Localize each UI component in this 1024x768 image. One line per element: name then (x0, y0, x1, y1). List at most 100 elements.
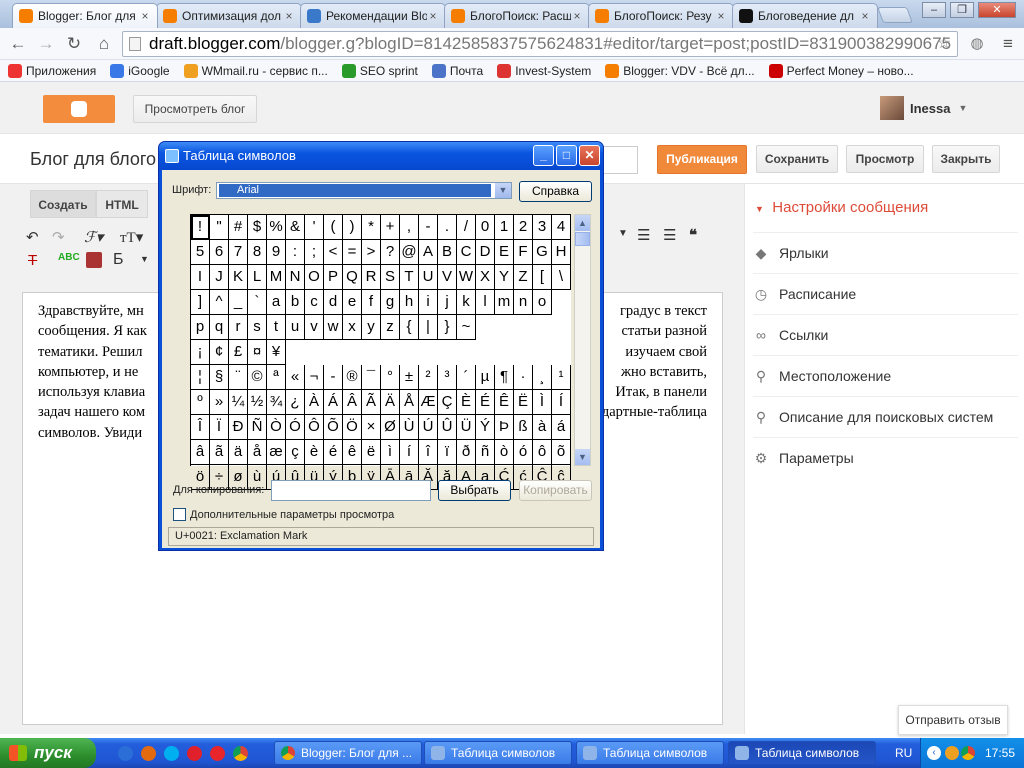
char-cell[interactable]: ß (514, 415, 533, 440)
advanced-view-checkbox[interactable] (173, 508, 186, 521)
char-cell[interactable]: ð (457, 440, 476, 465)
char-cell[interactable]: ¬ (305, 365, 324, 390)
char-cell[interactable]: Þ (495, 415, 514, 440)
skype-icon[interactable] (164, 746, 179, 761)
char-cell[interactable]: 9 (267, 240, 286, 265)
sidebar-item[interactable]: ⚲ Описание для поисковых систем (753, 396, 1018, 436)
help-button[interactable]: Справка (519, 181, 592, 202)
char-cell[interactable]: ® (343, 365, 362, 390)
char-cell[interactable]: ê (343, 440, 362, 465)
char-cell[interactable]: = (343, 240, 362, 265)
char-cell[interactable]: Ç (438, 390, 457, 415)
menu-icon[interactable]: ≡ (996, 33, 1020, 55)
browser-tab[interactable]: Blogger: Блог для × (12, 3, 158, 28)
align-dropdown-icon[interactable]: ▼ (618, 228, 628, 239)
char-cell[interactable]: U (419, 265, 438, 290)
bookmark-item[interactable]: WMmail.ru - сервис п... (183, 63, 328, 78)
forward-icon[interactable]: → (34, 33, 58, 55)
char-cell[interactable]: A (419, 240, 438, 265)
char-cell[interactable]: n (514, 290, 533, 315)
char-cell[interactable]: ³ (438, 365, 457, 390)
post-settings-heading[interactable]: ▼ Настройки сообщения (755, 199, 928, 216)
char-cell[interactable]: ª (267, 365, 286, 390)
char-cell[interactable]: ^ (210, 290, 229, 315)
address-bar[interactable]: draft.blogger.com/blogger.g?blogID=81425… (122, 31, 958, 57)
char-cell[interactable]: £ (229, 340, 248, 365)
yandex-icon[interactable] (210, 746, 225, 761)
char-cell[interactable]: 1 (495, 215, 514, 240)
char-cell[interactable]: ¹ (552, 365, 571, 390)
char-cell[interactable]: Ä (381, 390, 400, 415)
char-cell[interactable]: å (248, 440, 267, 465)
char-cell[interactable]: ñ (476, 440, 495, 465)
char-cell[interactable]: ¨ (229, 365, 248, 390)
quote-icon[interactable]: ❝ (689, 226, 697, 244)
close-window-button[interactable]: ✕ (978, 2, 1016, 18)
tray-chrome-icon[interactable] (961, 746, 975, 760)
char-cell[interactable]: 3 (533, 215, 552, 240)
char-cell[interactable]: / (457, 215, 476, 240)
char-cell[interactable]: b (286, 290, 305, 315)
char-cell[interactable]: N (286, 265, 305, 290)
browser-tab[interactable]: Блоговедение дл × (732, 3, 878, 28)
char-cell[interactable]: 4 (552, 215, 571, 240)
char-cell[interactable]: Z (514, 265, 533, 290)
char-cell[interactable]: I (191, 265, 210, 290)
char-cell[interactable]: È (457, 390, 476, 415)
char-cell[interactable]: ¯ (362, 365, 381, 390)
char-cell[interactable]: + (381, 215, 400, 240)
char-cell[interactable]: W (457, 265, 476, 290)
char-cell[interactable]: Ö (343, 415, 362, 440)
undo-icon[interactable]: ↶ (26, 228, 39, 246)
char-cell[interactable]: O (305, 265, 324, 290)
char-cell[interactable]: ¦ (191, 365, 210, 390)
bookmark-star-icon[interactable]: ☆ (932, 33, 956, 55)
char-cell[interactable]: f (362, 290, 381, 315)
char-cell[interactable]: Q (343, 265, 362, 290)
char-cell[interactable]: Ý (476, 415, 495, 440)
char-cell[interactable]: ¼ (229, 390, 248, 415)
char-cell[interactable]: p (191, 315, 210, 340)
char-cell[interactable]: Ü (457, 415, 476, 440)
char-cell[interactable]: ; (305, 240, 324, 265)
numbered-list-icon[interactable]: ☰ (637, 226, 650, 244)
char-cell[interactable]: h (400, 290, 419, 315)
taskbar-item[interactable]: Blogger: Блог для ... (274, 741, 422, 765)
char-cell[interactable]: í (400, 440, 419, 465)
chevron-down-icon[interactable]: ▼ (495, 183, 511, 198)
view-blog-button[interactable]: Просмотреть блог (133, 95, 257, 123)
char-cell[interactable]: ´ (457, 365, 476, 390)
char-cell[interactable]: Î (191, 415, 210, 440)
char-cell[interactable]: Ð (229, 415, 248, 440)
browser-tab[interactable]: Рекомендации Blo × (300, 3, 446, 28)
sidebar-item[interactable]: ∞ Ссылки (753, 314, 1018, 354)
compose-tab[interactable]: Создать (30, 190, 96, 218)
char-cell[interactable]: [ (533, 265, 552, 290)
title-input[interactable] (600, 146, 638, 174)
char-cell[interactable]: t (267, 315, 286, 340)
char-cell[interactable]: X (476, 265, 495, 290)
start-button[interactable]: пуск (0, 738, 96, 768)
dialog-titlebar[interactable]: Таблица символов _ □ ✕ (159, 142, 603, 170)
tray-app-icon[interactable] (945, 746, 959, 760)
char-cell[interactable]: $ (248, 215, 267, 240)
char-cell[interactable]: l (476, 290, 495, 315)
char-cell[interactable]: ¾ (267, 390, 286, 415)
char-cell[interactable]: | (419, 315, 438, 340)
char-cell[interactable]: ã (210, 440, 229, 465)
chrome-icon[interactable] (233, 746, 248, 761)
char-cell[interactable]: ° (381, 365, 400, 390)
char-cell[interactable]: Í (552, 390, 571, 415)
char-cell[interactable]: ~ (457, 315, 476, 340)
char-cell[interactable]: × (362, 415, 381, 440)
char-cell[interactable]: \ (552, 265, 571, 290)
char-cell[interactable]: ô (533, 440, 552, 465)
char-cell[interactable]: L (248, 265, 267, 290)
save-button[interactable]: Сохранить (756, 145, 838, 173)
char-cell[interactable]: c (305, 290, 324, 315)
char-cell[interactable]: Ù (400, 415, 419, 440)
publish-button[interactable]: Публикация (657, 145, 747, 174)
char-cell[interactable]: à (533, 415, 552, 440)
char-cell[interactable]: Ë (514, 390, 533, 415)
font-select[interactable]: Arial ▼ (216, 182, 512, 199)
